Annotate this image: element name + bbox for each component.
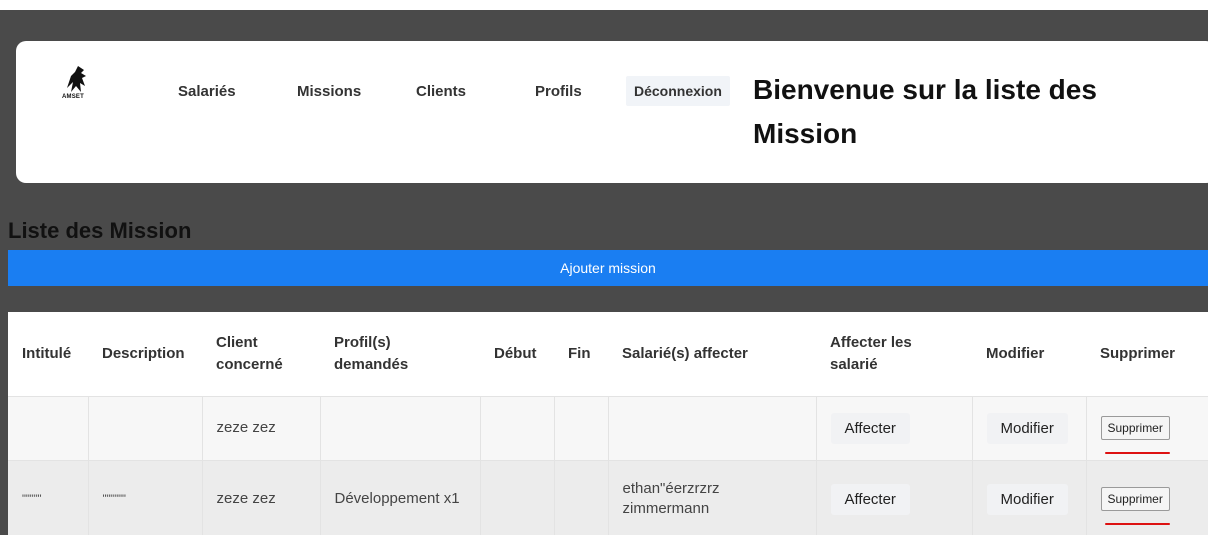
red-underline-annotation	[1104, 523, 1170, 526]
logout-button[interactable]: Déconnexion	[626, 76, 730, 106]
affecter-button[interactable]: Affecter	[830, 412, 910, 444]
cell-debut	[480, 395, 555, 460]
top-strip	[0, 0, 1208, 10]
red-underline-annotation	[1104, 452, 1170, 454]
cell-supprimer: Supprimer	[1086, 459, 1208, 535]
cell-fin	[554, 395, 609, 460]
nav-profils[interactable]: Profils	[535, 83, 582, 100]
cell-description: """"""	[88, 459, 203, 535]
cell-intitule: """""	[8, 459, 89, 535]
supprimer-button[interactable]: Supprimer	[1100, 416, 1170, 440]
cell-salaries	[608, 395, 817, 460]
cell-profils: Développement x1	[320, 459, 481, 535]
col-description: Description	[102, 344, 185, 362]
col-modifier: Modifier	[986, 344, 1045, 362]
table-header-row: Intitulé Description Client concerné Pro…	[8, 312, 1208, 396]
supprimer-button[interactable]: Supprimer	[1100, 487, 1170, 512]
col-profils: Profil(s) demandés	[334, 333, 409, 373]
cell-modifier: Modifier	[972, 395, 1087, 460]
nav-salaries[interactable]: Salariés	[178, 83, 236, 100]
cell-modifier: Modifier	[972, 459, 1087, 535]
supprimer-wrap: Supprimer	[1100, 416, 1170, 454]
cell-affecter: Affecter	[816, 459, 973, 535]
table-row: zeze zez Affecter Modifier Supprimer	[8, 395, 1208, 460]
col-salaries: Salarié(s) affecter	[622, 344, 748, 362]
missions-table: Intitulé Description Client concerné Pro…	[8, 312, 1208, 535]
col-intitule: Intitulé	[22, 344, 72, 362]
cell-fin	[554, 459, 609, 535]
col-client: Client concerné	[216, 333, 283, 373]
col-fin: Fin	[568, 344, 591, 362]
cell-affecter: Affecter	[816, 395, 973, 460]
cell-debut	[480, 459, 555, 535]
affecter-button[interactable]: Affecter	[830, 483, 910, 515]
page-welcome-title: Bienvenue sur la liste des Mission	[753, 74, 1097, 149]
col-affecter: Affecter les salarié	[830, 333, 912, 373]
cell-client: zeze zez	[202, 459, 321, 535]
nav-missions[interactable]: Missions	[297, 83, 361, 100]
cell-salaries: ethan"éerzrzrz zimmermann	[608, 459, 817, 535]
table-row: """"" """""" zeze zez Développement x1 e…	[8, 459, 1208, 535]
cell-profils	[320, 395, 481, 460]
cell-intitule	[8, 395, 89, 460]
col-supprimer: Supprimer	[1100, 344, 1176, 362]
modifier-button[interactable]: Modifier	[986, 483, 1068, 515]
logo-text: AMSET	[62, 94, 84, 100]
cell-description	[88, 395, 203, 460]
cell-supprimer: Supprimer	[1086, 395, 1208, 460]
modifier-button[interactable]: Modifier	[986, 412, 1068, 444]
cell-client: zeze zez	[202, 395, 321, 460]
add-mission-button[interactable]: Ajouter mission	[8, 250, 1208, 286]
nav-clients[interactable]: Clients	[416, 83, 466, 100]
list-title: Liste des Mission	[8, 218, 192, 243]
col-debut: Début	[494, 344, 537, 362]
amset-logo[interactable]: AMSET	[60, 64, 94, 104]
supprimer-wrap: Supprimer	[1100, 487, 1170, 526]
